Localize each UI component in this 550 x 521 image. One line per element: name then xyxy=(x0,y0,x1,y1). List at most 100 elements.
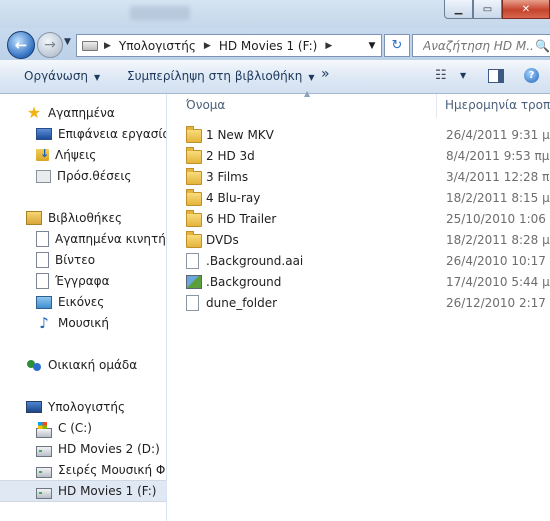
sidebar-group-label: Βιβλιοθήκες xyxy=(48,211,123,225)
sidebar-item-label: C (C:) xyxy=(58,421,92,435)
file-row[interactable]: 1 New MKV 26/4/2011 9:31 μμ xyxy=(185,124,550,145)
minimize-button[interactable]: ▁ xyxy=(444,0,473,19)
file-date-modified: 17/4/2010 5:44 μμ xyxy=(446,274,550,289)
sidebar-item-label: Λήψεις xyxy=(55,148,97,162)
folder-icon xyxy=(186,168,202,185)
file-row[interactable]: dune_folder 26/12/2010 2:17 πμ xyxy=(185,292,550,313)
address-dropdown-icon[interactable]: ▼ xyxy=(362,40,381,51)
file-name: dune_folder xyxy=(206,295,278,310)
library-icon xyxy=(36,231,49,247)
sidebar-item-label: Πρόσ.θέσεις xyxy=(57,169,132,183)
column-divider[interactable] xyxy=(436,94,437,118)
file-date-modified: 26/4/2011 9:31 μμ xyxy=(446,127,550,142)
close-button[interactable]: ✕ xyxy=(502,0,550,19)
folder-icon xyxy=(186,210,202,227)
file-row[interactable]: 2 HD 3d 8/4/2011 9:53 πμ xyxy=(185,145,550,166)
preview-pane-button[interactable] xyxy=(488,69,504,83)
sidebar-item-label: Έγγραφα xyxy=(55,274,110,288)
sidebar-group-homegroup[interactable]: Οικιακή ομάδα xyxy=(0,355,166,375)
file-date-modified: 18/2/2011 8:28 μμ xyxy=(446,232,550,247)
file-date-modified: 3/4/2011 12:28 πμ xyxy=(446,169,550,184)
sidebar-group-favorites[interactable]: ★ Αγαπημένα xyxy=(0,103,166,123)
sidebar-item-pictures[interactable]: Εικόνες xyxy=(0,292,166,312)
sidebar-item-videos[interactable]: Βίντεο xyxy=(0,250,166,270)
include-in-library-button[interactable]: Συμπερίληψη στη βιβλιοθήκη ▼ xyxy=(127,69,315,83)
sidebar-item-label: HD Movies 2 (D:) xyxy=(58,442,160,456)
sidebar-item-label: Μουσική xyxy=(58,316,109,330)
sidebar-item-label: Βίντεο xyxy=(55,253,96,267)
sidebar-item-documents[interactable]: Έγγραφα xyxy=(0,271,166,291)
window-controls: ▁ ▭ ✕ xyxy=(444,0,550,20)
breadcrumb-current-drive[interactable]: HD Movies 1 (F:) xyxy=(217,39,319,53)
file-name: 2 HD 3d xyxy=(206,148,255,163)
refresh-button[interactable]: ↻ xyxy=(384,34,410,57)
file-icon xyxy=(186,253,199,269)
forward-arrow-icon: → xyxy=(44,37,56,53)
view-options-dropdown-icon[interactable]: ▼ xyxy=(460,71,466,80)
breadcrumb-computer[interactable]: Υπολογιστής xyxy=(117,39,198,53)
file-date-modified: 25/10/2010 1:06 πμ xyxy=(446,211,550,226)
documents-icon xyxy=(36,273,49,289)
file-name: 3 Films xyxy=(206,169,249,184)
sidebar-item-drive-d[interactable]: HD Movies 2 (D:) xyxy=(0,439,166,459)
sidebar-item-music[interactable]: ♪ Μουσική xyxy=(0,313,166,333)
command-bar: Οργάνωση ▼ Συμπερίληψη στη βιβλιοθήκη ▼ » … xyxy=(0,60,550,94)
breadcrumb-separator-icon[interactable]: ▶ xyxy=(325,41,332,51)
forward-button[interactable]: → xyxy=(37,32,63,58)
column-header-name[interactable]: Όνομα xyxy=(186,98,225,112)
sidebar-item-library-mobile-favorites[interactable]: Αγαπημένα κινητής xyxy=(0,229,166,249)
file-name: 6 HD Trailer xyxy=(206,211,277,226)
sidebar-item-drive-e[interactable]: Σειρές Μουσική Φώ xyxy=(0,460,167,480)
file-row[interactable]: .Background.aai 26/4/2010 10:17 πμ xyxy=(185,250,550,271)
file-row[interactable]: 6 HD Trailer 25/10/2010 1:06 πμ xyxy=(185,208,550,229)
libraries-icon xyxy=(26,211,42,225)
breadcrumb-separator-icon[interactable]: ▶ xyxy=(204,41,211,51)
breadcrumb-separator-icon[interactable]: ▶ xyxy=(104,41,111,51)
sort-ascending-icon: ▲ xyxy=(304,89,311,98)
more-commands-button[interactable]: » xyxy=(321,66,330,82)
computer-icon xyxy=(26,401,42,413)
os-drive-icon xyxy=(36,422,52,438)
sidebar-item-label: Σειρές Μουσική Φώ xyxy=(58,463,167,477)
sidebar-group-libraries[interactable]: Βιβλιοθήκες xyxy=(0,208,166,228)
video-library-icon xyxy=(36,252,49,268)
star-icon: ★ xyxy=(26,103,42,122)
organize-label: Οργάνωση xyxy=(24,69,89,83)
search-input[interactable] xyxy=(413,37,535,54)
music-note-icon: ♪ xyxy=(39,314,49,332)
file-row[interactable]: 3 Films 3/4/2011 12:28 πμ xyxy=(185,166,550,187)
sidebar-item-label: HD Movies 1 (F:) xyxy=(58,484,157,498)
file-date-modified: 26/12/2010 2:17 πμ xyxy=(446,295,550,310)
file-name: 1 New MKV xyxy=(206,127,274,142)
file-date-modified: 26/4/2010 10:17 πμ xyxy=(446,253,550,268)
search-icon[interactable]: 🔍 xyxy=(535,39,550,53)
column-header-date-modified[interactable]: Ημερομηνία τροπ xyxy=(445,98,550,112)
file-row[interactable]: 4 Blu-ray 18/2/2011 8:15 μμ xyxy=(185,187,550,208)
sidebar-item-downloads[interactable]: Λήψεις xyxy=(0,145,166,165)
search-box[interactable]: 🔍 xyxy=(412,34,550,57)
maximize-button[interactable]: ▭ xyxy=(473,0,502,19)
sidebar-group-label: Αγαπημένα xyxy=(48,106,115,120)
folder-icon xyxy=(186,231,202,248)
file-date-modified: 18/2/2011 8:15 μμ xyxy=(446,190,550,205)
sidebar-item-recent-places[interactable]: Πρόσ.θέσεις xyxy=(0,166,166,186)
recent-pages-dropdown[interactable]: ▼ xyxy=(64,37,71,47)
sidebar-item-label: Εικόνες xyxy=(58,295,105,309)
file-row[interactable]: DVDs 18/2/2011 8:28 μμ xyxy=(185,229,550,250)
help-icon: ? xyxy=(528,70,535,81)
refresh-icon: ↻ xyxy=(391,38,403,53)
sidebar-item-drive-f[interactable]: HD Movies 1 (F:) xyxy=(0,480,166,502)
organize-button[interactable]: Οργάνωση ▼ xyxy=(24,69,100,83)
file-row[interactable]: .Background 17/4/2010 5:44 μμ xyxy=(185,271,550,292)
sidebar-item-drive-c[interactable]: C (C:) xyxy=(0,418,166,438)
back-button[interactable]: ← xyxy=(7,31,35,59)
title-bar: ▁ ▭ ✕ xyxy=(0,0,550,28)
sidebar-group-computer[interactable]: Υπολογιστής xyxy=(0,397,166,417)
address-bar[interactable]: ▶ Υπολογιστής ▶ HD Movies 1 (F:) ▶ ▼ xyxy=(76,34,382,57)
help-button[interactable]: ? xyxy=(524,68,539,83)
sidebar-item-desktop[interactable]: Επιφάνεια εργασίας xyxy=(0,124,166,144)
file-name: .Background.aai xyxy=(206,253,304,268)
navigation-bar: ← → ▼ ▶ Υπολογιστής ▶ HD Movies 1 (F:) ▶… xyxy=(0,28,550,60)
change-view-button[interactable]: ☷ xyxy=(435,68,447,83)
include-in-library-label: Συμπερίληψη στη βιβλιοθήκη xyxy=(127,69,303,83)
